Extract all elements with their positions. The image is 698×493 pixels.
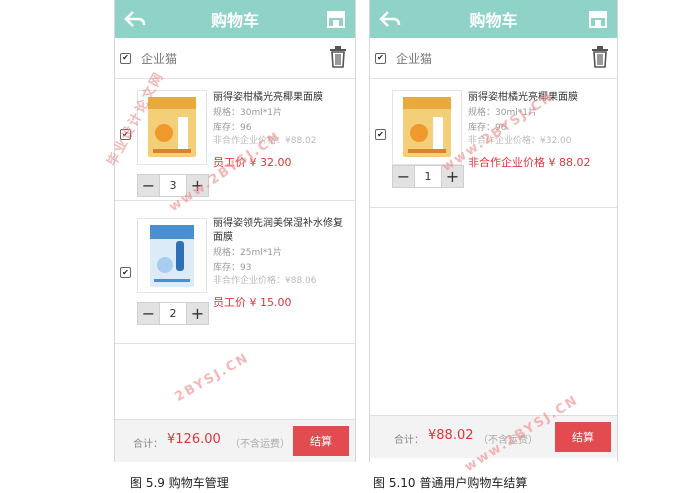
product-stock: 库存：96	[213, 123, 252, 133]
checkout-button[interactable]: 结算	[293, 426, 349, 456]
shop-icon[interactable]	[587, 8, 609, 30]
page-title: 购物车	[210, 11, 259, 30]
total-amount: ¥88.02	[428, 428, 474, 443]
decrease-button[interactable]: −	[137, 174, 160, 197]
item-info: 丽得姿领先润美保湿补水修复面膜 规格：25ml*1片 库存：93 非合作企业价格…	[213, 217, 349, 310]
checkout-button[interactable]: 结算	[555, 422, 611, 452]
company-name: 企业猫	[141, 51, 178, 66]
product-name[interactable]: 丽得姿柑橘光亮椰果面膜	[213, 91, 349, 105]
page-title: 购物车	[469, 11, 518, 30]
quantity-value[interactable]: 1	[415, 165, 441, 188]
trash-icon[interactable]	[591, 46, 609, 68]
total-amount: ¥126.00	[167, 432, 221, 447]
product-name[interactable]: 丽得姿领先润美保湿补水修复面膜	[213, 217, 349, 245]
product-image[interactable]	[137, 218, 207, 293]
product-stock: 库存：93	[213, 263, 252, 273]
cart-screen-normal-user: 购物车 ✔ 企业猫 ✔ 丽得姿柑橘光亮椰果面膜 规格：30ml*1片 库存：96…	[369, 0, 618, 462]
product-spec: 规格：25ml*1片	[213, 248, 282, 258]
shipping-note: （不含运费）	[230, 439, 290, 450]
figure-caption: 图 5.10 普通用户购物车结算	[373, 476, 528, 490]
normal-price: 非合作企业价格 ¥ 88.02	[468, 156, 591, 169]
back-arrow-icon[interactable]	[378, 8, 402, 30]
company-name: 企业猫	[396, 51, 433, 66]
header-bar: 购物车	[115, 0, 355, 38]
quantity-stepper: − 2 +	[137, 302, 209, 325]
product-spec: 规格：30ml*1片	[213, 108, 282, 118]
item-checkbox[interactable]: ✔	[120, 267, 131, 278]
cart-item: ✔ 丽得姿领先润美保湿补水修复面膜 规格：25ml*1片 库存：93 非合作企业…	[115, 201, 355, 344]
total-label: 合计：	[394, 435, 424, 446]
decrease-button[interactable]: −	[392, 165, 415, 188]
figure-caption: 图 5.9 购物车管理	[130, 476, 229, 490]
decrease-button[interactable]: −	[137, 302, 160, 325]
quantity-value[interactable]: 2	[160, 302, 186, 325]
header-bar: 购物车	[370, 0, 617, 38]
select-all-checkbox[interactable]: ✔	[375, 52, 386, 64]
select-all-checkbox[interactable]: ✔	[120, 52, 131, 64]
company-row: ✔ 企业猫	[370, 38, 617, 79]
increase-button[interactable]: +	[186, 302, 209, 325]
checkout-bar: 合计： ¥126.00 （不含运费） 结算	[115, 419, 355, 462]
trash-icon[interactable]	[329, 46, 347, 68]
employee-price: 员工价 ¥ 15.00	[213, 296, 292, 309]
partner-price: 非合作企业价格：¥88.06	[213, 276, 317, 286]
shop-icon[interactable]	[325, 8, 347, 30]
item-checkbox[interactable]: ✔	[375, 129, 386, 140]
total-label: 合计：	[133, 439, 163, 450]
back-arrow-icon[interactable]	[123, 8, 147, 30]
